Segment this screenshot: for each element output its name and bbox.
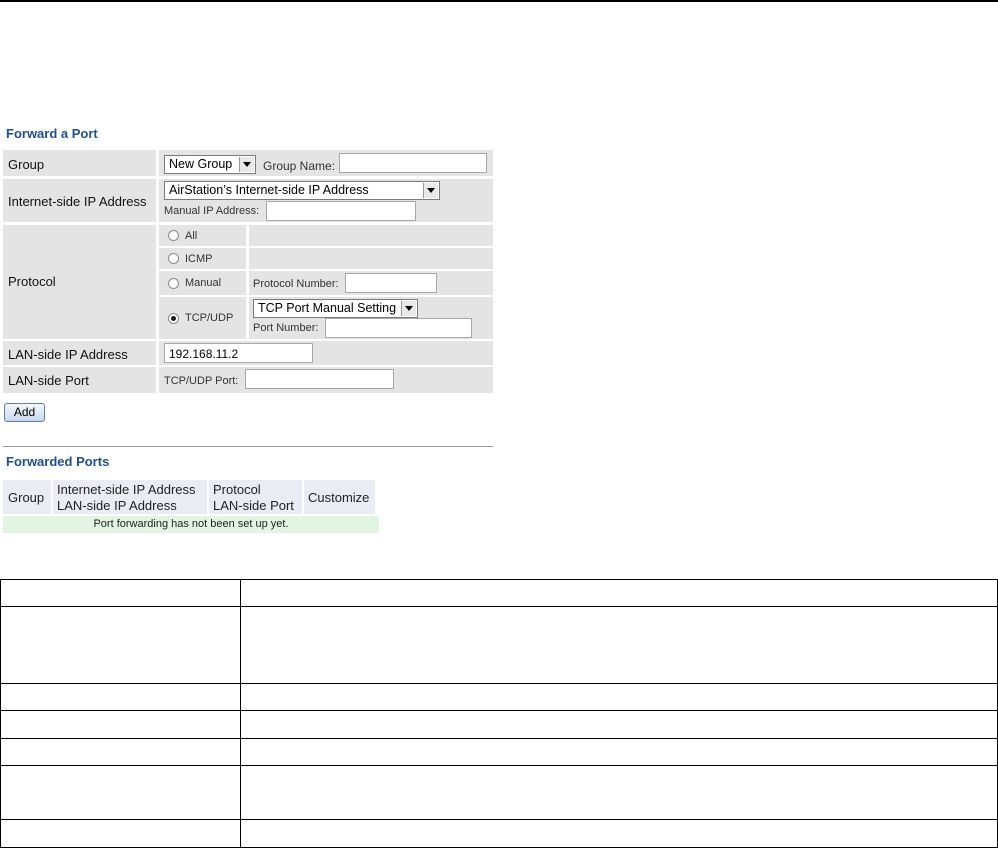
group-value-cell: New Group Group Name: [159, 150, 493, 176]
lan-ip-input[interactable]: 192.168.11.2 [164, 343, 313, 363]
protocol-tcpudp-cell: TCP/UDP [159, 297, 246, 339]
tcp-port-select[interactable]: TCP Port Manual Setting [253, 299, 418, 318]
col-group-label: Group [8, 490, 45, 505]
protocol-tcpudp-radio[interactable] [168, 313, 179, 324]
forwarded-ports-title: Forwarded Ports [6, 454, 110, 469]
lan-ip-value-cell: 192.168.11.2 [159, 341, 493, 365]
add-button[interactable]: Add [4, 403, 45, 422]
protocol-number-input[interactable] [345, 273, 437, 293]
lan-port-label-cell: LAN-side Port [3, 367, 156, 393]
group-label-cell: Group [3, 150, 156, 176]
protocol-manual-label: Manual [185, 277, 222, 289]
ref-table-border [0, 606, 998, 607]
ref-table-border [0, 683, 998, 684]
col-customize-header: Customize [304, 480, 375, 514]
col-protocol-header: Protocol LAN-side Port [209, 480, 302, 514]
internet-ip-value-cell: AirStation’s Internet-side IP Address Ma… [159, 179, 493, 222]
col-ip-line1: Internet-side IP Address [57, 482, 196, 497]
group-name-input[interactable] [339, 153, 487, 173]
protocol-number-cell: Protocol Number: [249, 271, 493, 295]
group-label: Group [8, 157, 45, 172]
col-group-header: Group [3, 480, 51, 514]
empty-ports-message: Port forwarding has not been set up yet. [3, 516, 379, 533]
protocol-label: Protocol [8, 274, 56, 289]
protocol-icmp-extra [249, 248, 493, 269]
ref-table-border [0, 819, 998, 820]
ref-table-border [240, 579, 241, 848]
port-number-label: Port Number: [253, 322, 319, 334]
protocol-all-label: All [185, 230, 198, 242]
lan-port-input[interactable] [245, 369, 394, 389]
protocol-icmp-label: ICMP [185, 253, 213, 265]
ref-table-border [0, 579, 1, 848]
internet-ip-label: Internet-side IP Address [8, 194, 147, 209]
protocol-manual-radio[interactable] [168, 278, 179, 289]
lan-port-value-cell: TCP/UDP Port: [159, 367, 493, 393]
tcp-port-cell: TCP Port Manual Setting Port Number: [249, 297, 493, 339]
lan-ip-label: LAN-side IP Address [8, 347, 128, 362]
protocol-all-extra [249, 225, 493, 246]
protocol-all-cell: All [159, 225, 246, 246]
section-divider [3, 446, 493, 447]
top-rule [0, 0, 998, 2]
forward-port-form: Group New Group Group Name: Internet-sid… [3, 150, 493, 393]
ref-table-border [0, 579, 998, 580]
col-ip-header: Internet-side IP Address LAN-side IP Add… [53, 480, 207, 514]
lan-port-port-label: TCP/UDP Port: [164, 375, 239, 387]
internet-ip-select[interactable]: AirStation’s Internet-side IP Address [164, 181, 440, 200]
col-ip-line2: LAN-side IP Address [57, 498, 177, 513]
lan-port-label: LAN-side Port [8, 373, 89, 388]
ref-table-border [0, 710, 998, 711]
chevron-down-icon [423, 183, 438, 198]
reference-table [0, 579, 998, 848]
group-name-label: Group Name: [263, 159, 336, 173]
group-select[interactable]: New Group [164, 155, 256, 174]
chevron-down-icon [401, 301, 416, 316]
manual-ip-label: Manual IP Address: [164, 205, 260, 217]
col-protocol-line1: Protocol [213, 482, 261, 497]
forward-port-title: Forward a Port [6, 126, 98, 141]
protocol-label-cell: Protocol [3, 225, 156, 339]
manual-ip-input[interactable] [266, 201, 416, 221]
protocol-icmp-radio[interactable] [168, 253, 179, 264]
protocol-manual-cell: Manual [159, 271, 246, 295]
protocol-number-label: Protocol Number: [253, 278, 339, 290]
chevron-down-icon [239, 157, 254, 172]
col-customize-label: Customize [308, 490, 370, 505]
protocol-tcpudp-label: TCP/UDP [185, 312, 234, 324]
ref-table-border [0, 765, 998, 766]
internet-ip-label-cell: Internet-side IP Address [3, 179, 156, 222]
port-number-input[interactable] [325, 318, 472, 338]
ref-table-border [0, 738, 998, 739]
protocol-icmp-cell: ICMP [159, 248, 246, 269]
col-protocol-line2: LAN-side Port [213, 498, 294, 513]
protocol-all-radio[interactable] [168, 230, 179, 241]
lan-ip-label-cell: LAN-side IP Address [3, 341, 156, 365]
